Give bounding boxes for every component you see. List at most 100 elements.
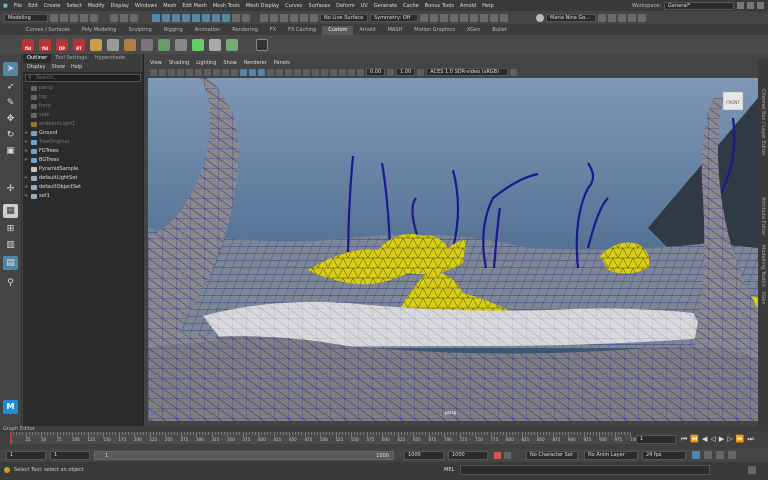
shelf-tool-icon[interactable] bbox=[226, 38, 238, 51]
menu-item-file[interactable]: File bbox=[11, 3, 25, 9]
viewport-menu-panels[interactable]: Panels bbox=[274, 59, 290, 67]
xgen-tab[interactable]: XGen bbox=[760, 291, 766, 305]
menu-item-windows[interactable]: Windows bbox=[132, 3, 160, 9]
outliner-item[interactable]: + set1 bbox=[23, 192, 143, 201]
four-view-icon[interactable]: ⊞ bbox=[3, 222, 18, 236]
lights-icon[interactable] bbox=[276, 68, 283, 76]
outliner-item[interactable]: + defaultLightSet bbox=[23, 174, 143, 183]
render-frame-icon[interactable] bbox=[440, 13, 448, 22]
shelf-tab-poly-modeling[interactable]: Poly Modeling bbox=[76, 26, 123, 35]
outliner-item[interactable]: side bbox=[23, 111, 143, 120]
select-handle-icon[interactable] bbox=[152, 13, 160, 22]
exposure-icon[interactable] bbox=[357, 68, 364, 76]
hypershade-icon[interactable] bbox=[470, 13, 478, 22]
exposure-field[interactable]: 0.00 bbox=[366, 68, 386, 76]
motion-blur-icon[interactable] bbox=[303, 68, 310, 76]
shelf-ffd-icon[interactable]: ffd bbox=[39, 38, 51, 51]
menu-item-arnold[interactable]: Arnold bbox=[457, 3, 479, 9]
shelf-tool-icon[interactable] bbox=[107, 38, 119, 51]
bookmark-icon[interactable] bbox=[168, 68, 175, 76]
menu-item-mesh-tools[interactable]: Mesh Tools bbox=[210, 3, 243, 9]
move-tool-icon[interactable]: ✥ bbox=[3, 112, 18, 126]
user-account-dropdown[interactable]: Maria Nina Go... bbox=[546, 13, 596, 22]
soft-mod-icon[interactable]: ✢ bbox=[3, 182, 18, 196]
component-mode-icon[interactable] bbox=[130, 13, 138, 22]
image-plane-icon[interactable] bbox=[177, 68, 184, 76]
loop-icon[interactable] bbox=[692, 451, 700, 459]
camera-attr-icon[interactable] bbox=[159, 68, 166, 76]
camera-select-icon[interactable] bbox=[150, 68, 157, 76]
live-surface-dropdown[interactable]: No Live Surface bbox=[320, 13, 368, 22]
shelf-tab-animation[interactable]: Animation bbox=[189, 26, 227, 35]
outliner-tab-tool-settings[interactable]: Tool Settings bbox=[51, 54, 91, 63]
outliner-layout-icon[interactable]: ▤ bbox=[3, 256, 18, 270]
shelf-tool-icon[interactable] bbox=[192, 38, 204, 51]
resolution-gate-icon[interactable] bbox=[204, 68, 211, 76]
shelf-tab-arnold[interactable]: Arnold bbox=[353, 26, 381, 35]
shelf-ffd-icon[interactable]: ffd bbox=[22, 38, 34, 51]
scale-tool-icon[interactable]: ▣ bbox=[3, 144, 18, 158]
select-curve-icon[interactable] bbox=[172, 13, 180, 22]
shelf-rt-icon[interactable]: RT bbox=[73, 38, 85, 51]
outliner-item[interactable]: + FGTrees bbox=[23, 147, 143, 156]
panel-icon[interactable] bbox=[757, 2, 764, 9]
shelf-tab-xgen[interactable]: XGen bbox=[461, 26, 487, 35]
expand-toggle-icon[interactable]: + bbox=[23, 138, 29, 147]
rotate-tool-icon[interactable]: ↻ bbox=[3, 128, 18, 142]
script-editor-icon[interactable] bbox=[748, 466, 756, 474]
menu-item-modify[interactable]: Modify bbox=[85, 3, 108, 9]
expand-toggle-icon[interactable]: + bbox=[23, 129, 29, 138]
menu-item-mesh[interactable]: Mesh bbox=[160, 3, 179, 9]
playback-end-field[interactable]: 1000 bbox=[404, 451, 444, 460]
viewport-menu-lighting[interactable]: Lighting bbox=[196, 59, 216, 67]
aa-icon[interactable] bbox=[312, 68, 319, 76]
go-to-end-icon[interactable]: ⏭ bbox=[747, 435, 753, 444]
menu-item-generate[interactable]: Generate bbox=[371, 3, 400, 9]
shelf-tab-sculpting[interactable]: Sculpting bbox=[122, 26, 157, 35]
gamma-field[interactable]: 1.00 bbox=[396, 68, 416, 76]
outliner-search[interactable]: ⚲ Search... bbox=[25, 74, 141, 82]
workspace-dropdown[interactable]: General* bbox=[664, 1, 734, 10]
viewport-menu-view[interactable]: View bbox=[150, 59, 162, 67]
select-joint-icon[interactable] bbox=[162, 13, 170, 22]
select-render-icon[interactable] bbox=[212, 13, 220, 22]
shelf-tool-icon[interactable] bbox=[141, 38, 153, 51]
new-scene-icon[interactable] bbox=[50, 13, 58, 22]
construction-history-icon[interactable] bbox=[420, 13, 428, 22]
range-bar[interactable]: 1 1000 bbox=[94, 451, 394, 460]
xray-icon[interactable] bbox=[339, 68, 346, 76]
safe-action-icon[interactable] bbox=[231, 68, 238, 76]
depth-of-field-icon[interactable] bbox=[321, 68, 328, 76]
redo-icon[interactable] bbox=[90, 13, 98, 22]
xray-joints-icon[interactable] bbox=[348, 68, 355, 76]
shelf-tab-rigging[interactable]: Rigging bbox=[158, 26, 189, 35]
play-back-icon[interactable]: ◁ bbox=[710, 435, 715, 444]
expand-toggle-icon[interactable]: + bbox=[23, 147, 29, 156]
magnet-icon[interactable] bbox=[310, 13, 318, 22]
outliner-item[interactable]: front bbox=[23, 102, 143, 111]
shelf-tab-curves-surfaces[interactable]: Curves / Surfaces bbox=[20, 26, 76, 35]
menu-item-surfaces[interactable]: Surfaces bbox=[305, 3, 333, 9]
mel-label[interactable]: MEL bbox=[444, 467, 454, 473]
snap-surface-icon[interactable] bbox=[300, 13, 308, 22]
menu-set-dropdown[interactable]: Modeling bbox=[4, 13, 48, 22]
open-scene-icon[interactable] bbox=[60, 13, 68, 22]
render-view-icon[interactable] bbox=[430, 13, 438, 22]
shelf-tool-icon[interactable] bbox=[158, 38, 170, 51]
outliner-item[interactable]: + BGTrees bbox=[23, 156, 143, 165]
toggle-panels-icon[interactable] bbox=[638, 13, 646, 22]
paint-select-icon[interactable]: ✎ bbox=[3, 96, 18, 110]
snap-curve-icon[interactable] bbox=[270, 13, 278, 22]
smooth-shade-icon[interactable] bbox=[249, 68, 256, 76]
command-line-input[interactable] bbox=[460, 465, 710, 475]
panel-icon[interactable] bbox=[747, 2, 754, 9]
step-back-icon[interactable]: ◀ bbox=[702, 435, 707, 444]
character-set-icon[interactable] bbox=[494, 452, 501, 459]
film-gate-icon[interactable] bbox=[195, 68, 202, 76]
character-set-icon[interactable] bbox=[504, 452, 511, 459]
select-surface-icon[interactable] bbox=[182, 13, 190, 22]
ipr-render-icon[interactable] bbox=[450, 13, 458, 22]
playback-start-field[interactable]: 1 bbox=[50, 451, 90, 460]
outliner-item[interactable]: + Ground bbox=[23, 129, 143, 138]
outliner-item[interactable]: PyramidSample bbox=[23, 165, 143, 174]
